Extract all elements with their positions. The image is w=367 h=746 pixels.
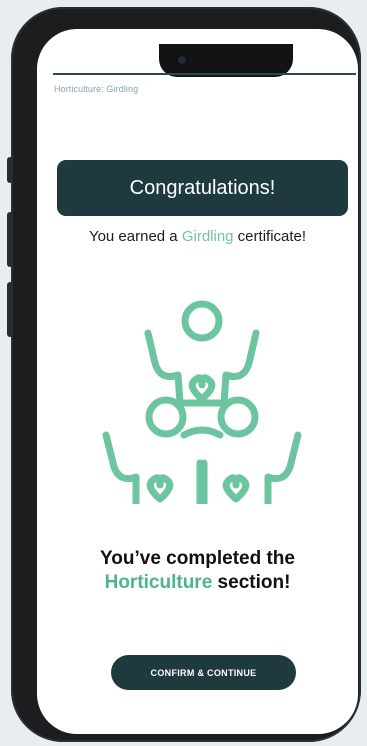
completion-line-1: You’ve completed the [100,548,295,569]
certificate-name: Girdling [181,228,234,245]
certificate-message: You earned a Girdling certificate! [37,228,358,245]
screen: Horticulture: Girdling Congratulations! … [37,29,358,734]
completion-message: You’ve completed the Horticulture sectio… [37,547,358,595]
congratulations-banner: Congratulations! [57,160,348,216]
breadcrumb[interactable]: Horticulture: Girdling [54,84,138,94]
completion-suffix: section! [212,572,291,593]
celebrating-people-hearts-icon [102,300,302,504]
confirm-continue-button[interactable]: CONFIRM & CONTINUE [111,655,296,690]
banner-title: Congratulations! [129,176,276,199]
certificate-suffix: certificate! [233,228,307,245]
side-button-volume-up [7,212,13,267]
side-button-volume-down [7,282,13,337]
section-name: Horticulture [104,572,213,593]
side-button-silent [7,157,13,183]
phone-frame: Horticulture: Girdling Congratulations! … [7,7,361,742]
camera-icon [178,56,186,64]
certificate-prefix: You earned a [88,228,182,245]
completion-line-2: Horticulture section! [37,571,358,595]
header-divider [53,73,356,75]
